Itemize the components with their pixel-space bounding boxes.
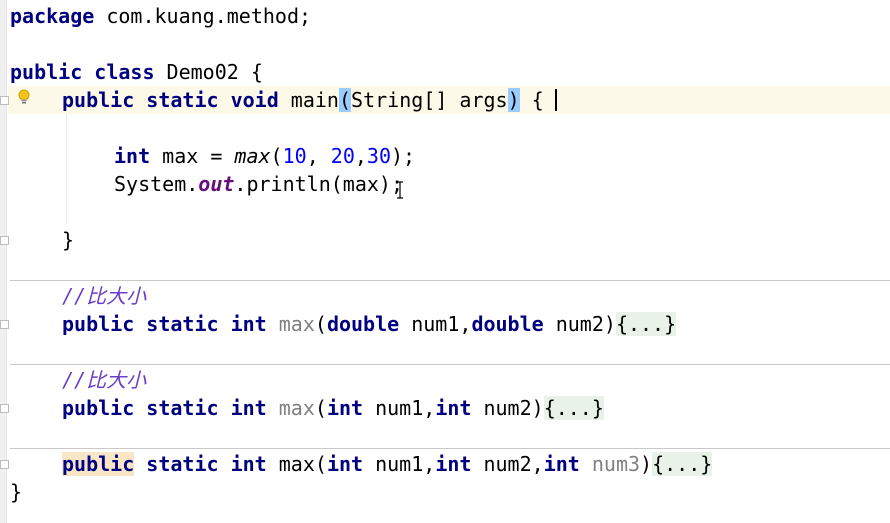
indent-guide	[66, 114, 67, 224]
param: num2)	[471, 396, 544, 420]
keyword: int	[114, 144, 151, 168]
keyword: package	[10, 4, 95, 28]
code-line-class-close[interactable]: }	[10, 478, 22, 506]
method-open-brace: {	[519, 88, 544, 112]
code-line-package[interactable]: package com.kuang.method;	[10, 2, 311, 30]
static-field: out	[198, 172, 235, 196]
class-ref: System.	[114, 172, 199, 196]
keyword: int	[230, 396, 267, 420]
keyword: int	[435, 452, 472, 476]
number-literal: 30	[366, 144, 392, 168]
code-line-max-double[interactable]: public static int max(double num1,double…	[62, 310, 677, 338]
method-name: max	[266, 452, 315, 476]
method-separator	[10, 280, 890, 281]
param: num1,	[399, 312, 472, 336]
comma: ,	[306, 144, 331, 168]
keyword: public	[62, 88, 135, 112]
class-name: Demo02 {	[154, 60, 263, 84]
keyword: static	[146, 88, 219, 112]
folded-block[interactable]: {...}	[543, 396, 604, 420]
paren: (	[270, 144, 283, 168]
fold-marker-icon[interactable]	[0, 460, 9, 469]
paren-close: );	[391, 144, 416, 168]
method-call: max	[234, 144, 271, 168]
number-literal: 20	[330, 144, 355, 168]
code-comment[interactable]: //比大小	[62, 366, 146, 394]
code-line-main-declaration[interactable]: public static void main(String[] args) {	[62, 86, 544, 114]
keyword: public	[62, 312, 135, 336]
fold-marker-icon[interactable]	[0, 96, 9, 105]
paren: (	[314, 396, 327, 420]
text-caret	[555, 89, 557, 111]
code-line-println[interactable]: System.out.println(max);	[114, 170, 403, 198]
keyword: double	[326, 312, 400, 336]
keyword: double	[471, 312, 544, 336]
fold-marker-icon[interactable]	[0, 404, 9, 413]
keyword: class	[94, 60, 155, 84]
keyword: int	[326, 396, 364, 420]
param: num1,	[363, 396, 436, 420]
method-params: String[] args	[351, 88, 508, 112]
fold-marker-icon[interactable]	[0, 320, 9, 329]
code-line-max-int-3[interactable]: public static int max(int num1,int num2,…	[62, 450, 713, 478]
folded-block[interactable]: {...}	[652, 452, 713, 476]
code-comment[interactable]: //比大小	[62, 282, 146, 310]
param-unused: num3	[591, 452, 641, 476]
code-line-max-int-2[interactable]: public static int max(int num1,int num2)…	[62, 394, 604, 422]
method-name: main	[278, 88, 339, 112]
text-cursor-icon	[397, 181, 403, 199]
method-call: .println(max);	[234, 172, 403, 196]
code-line-max-call[interactable]: int max = max(10, 20,30);	[114, 142, 415, 170]
paren-match-close: )	[507, 88, 520, 112]
code-line-main-close[interactable]: }	[62, 226, 74, 254]
keyword: int	[435, 396, 472, 420]
param: num2)	[543, 312, 616, 336]
comma: ,	[354, 144, 367, 168]
paren-match-open: (	[338, 88, 352, 112]
keyword: int	[230, 312, 267, 336]
paren: (	[314, 312, 327, 336]
code-line-class-declaration[interactable]: public class Demo02 {	[10, 58, 263, 86]
keyword: int	[543, 452, 580, 476]
keyword: static	[146, 312, 219, 336]
variable-assign: max =	[150, 144, 235, 168]
keyword: int	[230, 452, 267, 476]
keyword: static	[146, 396, 219, 420]
method-separator	[10, 448, 890, 449]
method-name-unused: max	[278, 396, 315, 420]
paren-close: )	[640, 452, 653, 476]
keyword: static	[146, 452, 219, 476]
paren: (	[314, 452, 327, 476]
folded-block[interactable]: {...}	[615, 312, 677, 336]
param: num1,	[363, 452, 436, 476]
lightbulb-icon[interactable]	[18, 89, 30, 105]
method-name-unused: max	[278, 312, 315, 336]
fold-marker-icon[interactable]	[0, 236, 9, 245]
editor-gutter[interactable]	[0, 0, 7, 523]
keyword: public	[62, 396, 135, 420]
method-separator	[10, 364, 890, 365]
keyword-highlighted: public	[62, 452, 135, 476]
keyword: void	[230, 88, 279, 112]
keyword: int	[326, 452, 364, 476]
package-name: com.kuang.method;	[94, 4, 312, 28]
param: num2,	[471, 452, 544, 476]
keyword: public	[10, 60, 83, 84]
number-literal: 10	[282, 144, 307, 168]
